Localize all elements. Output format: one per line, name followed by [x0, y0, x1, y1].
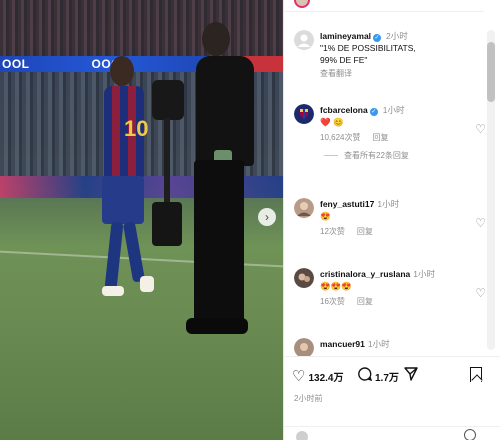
comments-panel: lamineyamal ✓ 2小时 "1% DE POSSIBILITATS, 99…	[283, 0, 500, 440]
add-comment-bar[interactable]	[284, 426, 500, 440]
player-number: 10	[124, 116, 149, 141]
cameraman-shoes	[186, 318, 248, 334]
own-avatar	[296, 431, 308, 440]
bookmark-icon[interactable]	[470, 367, 482, 382]
reply-button[interactable]: 回复	[357, 227, 373, 236]
like-button[interactable]: ♡ 132.4万	[292, 367, 343, 385]
post-timestamp: 2小时前	[294, 394, 323, 403]
comment-meta: 12次赞 回复	[320, 226, 480, 238]
player-leg	[122, 221, 146, 283]
verified-badge-icon: ✓	[373, 34, 382, 42]
view-replies-link[interactable]: 查看所有22条回复	[320, 150, 480, 162]
comment-count: 1.7万	[375, 372, 399, 384]
cameraman-legs	[194, 160, 244, 330]
camera-pole	[164, 118, 170, 208]
comment-text: 😍	[320, 211, 331, 221]
player-shorts	[102, 176, 144, 224]
comment-meta: 16次赞 回复	[320, 296, 480, 308]
comment-username[interactable]: cristinalora_y_ruslana	[320, 269, 410, 279]
comment-username[interactable]: feny_astuti17	[320, 199, 374, 209]
comment-text: ❤️ 😊	[320, 117, 344, 127]
post-header	[284, 0, 484, 12]
share-button[interactable]	[404, 367, 421, 385]
comment-username[interactable]: lamineyamal	[320, 31, 371, 41]
comment-username[interactable]: fcbarcelona	[320, 105, 368, 115]
comments-scrollbar[interactable]	[487, 30, 495, 350]
cameraman-head	[202, 22, 230, 56]
send-icon[interactable]	[404, 367, 418, 385]
comment-likes[interactable]: 16次赞	[320, 297, 345, 306]
comment-likes[interactable]: 10,624次赞	[320, 133, 360, 142]
user-photo-avatar[interactable]	[294, 198, 314, 218]
user-photo-avatar[interactable]	[294, 338, 314, 358]
comment-text: 😍😍😍	[320, 281, 352, 291]
player-head	[110, 56, 134, 86]
comment-username[interactable]: mancuer91	[320, 339, 365, 349]
verified-badge-icon: ✓	[369, 108, 378, 116]
user-photo-avatar[interactable]	[294, 268, 314, 288]
ad-board-text: OOL	[2, 57, 30, 71]
comment-meta: 10,624次赞 回复	[320, 132, 480, 144]
heart-icon[interactable]: ♡	[475, 122, 486, 136]
comment-icon[interactable]	[358, 367, 373, 385]
player-boot	[140, 276, 154, 292]
author-avatar[interactable]	[294, 0, 310, 8]
comment-time: 1小时	[413, 269, 435, 279]
heart-icon[interactable]: ♡	[475, 286, 486, 300]
comment-likes[interactable]: 12次赞	[320, 227, 345, 236]
reply-button[interactable]: 回复	[372, 133, 388, 142]
fcb-crest-icon[interactable]	[294, 104, 314, 124]
heart-icon[interactable]: ♡	[475, 216, 486, 230]
comment-button[interactable]: 1.7万	[358, 367, 399, 385]
comment-time: 2小时	[386, 31, 408, 41]
comment-time: 1小时	[367, 339, 390, 349]
heart-icon[interactable]: ♡	[292, 367, 305, 385]
chevron-right-icon[interactable]: ›	[258, 208, 276, 226]
stadium-crowd	[0, 0, 283, 56]
like-count: 132.4万	[308, 372, 344, 384]
post-photo[interactable]: OOL OOOL 10 ›	[0, 0, 283, 440]
camera-base	[152, 202, 182, 246]
comment-time: 1小时	[382, 105, 405, 115]
post-actions: ♡ 132.4万 1.7万 2小时前	[284, 356, 500, 416]
comment-text: "1% DE POSSIBILITATS, 99% DE FE"	[320, 43, 416, 65]
camera-rig	[152, 80, 184, 120]
reply-button[interactable]: 回复	[357, 297, 373, 306]
comment-time: 1小时	[377, 199, 400, 209]
default-avatar-icon[interactable]	[294, 30, 314, 50]
scrollbar-thumb[interactable]	[487, 42, 495, 102]
translate-link[interactable]: 查看翻译	[320, 68, 480, 80]
emoji-icon[interactable]	[464, 429, 476, 440]
player-boot	[102, 286, 124, 296]
